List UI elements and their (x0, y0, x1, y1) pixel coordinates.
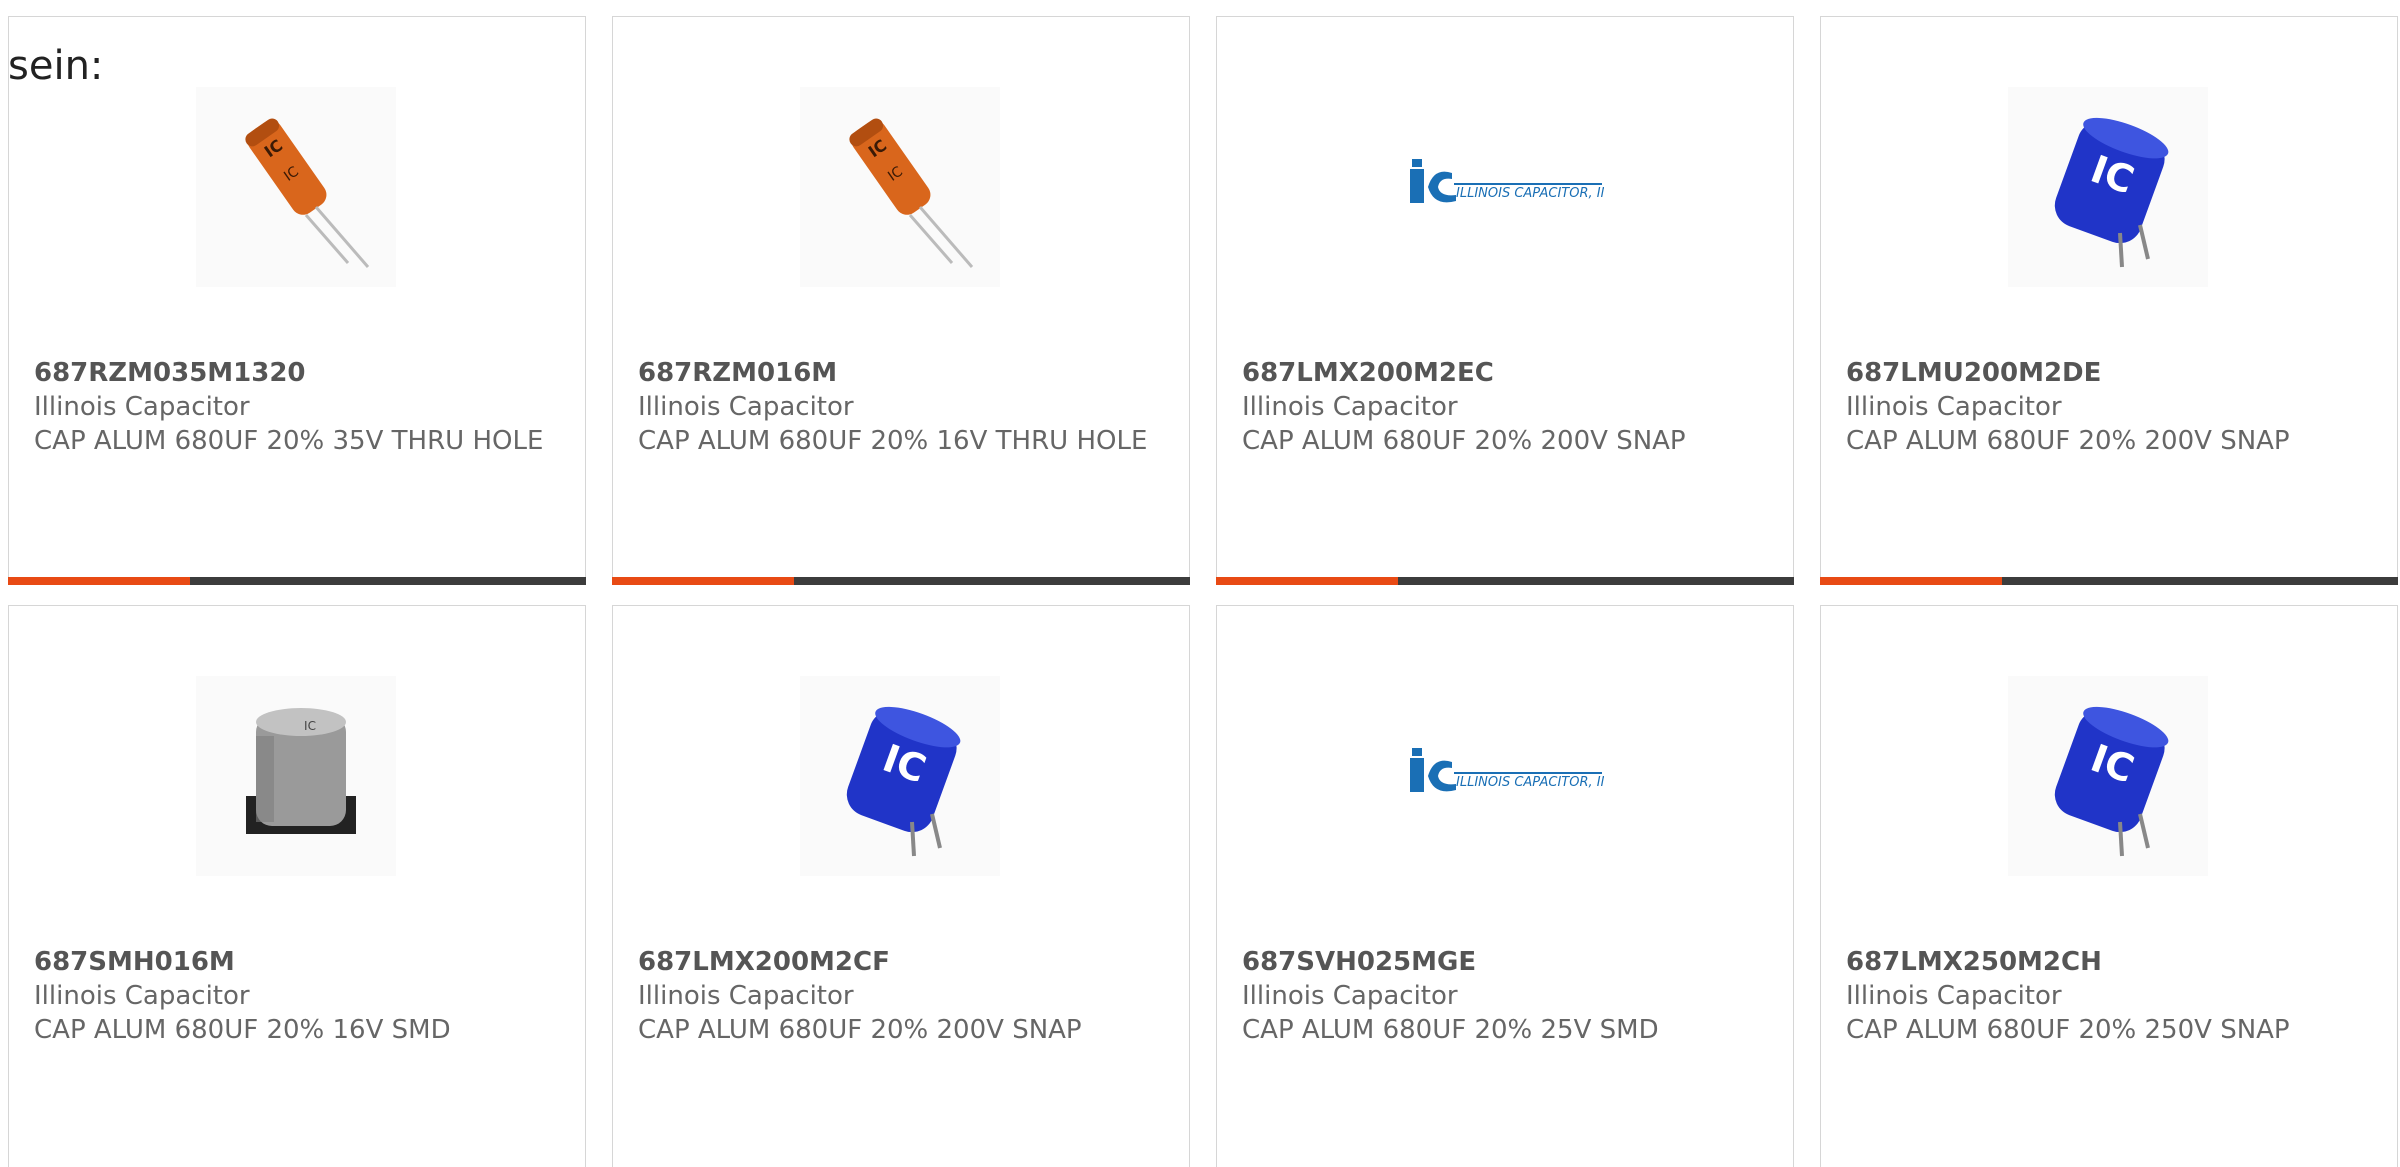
manufacturer: Illinois Capacitor (1242, 392, 1458, 422)
card-bar-accent (1216, 577, 1398, 585)
card-bar (8, 577, 586, 585)
product-info: 687SMH016M Illinois Capacitor CAP ALUM 6… (34, 945, 565, 1047)
svg-text:ILLINOIS CAPACITOR, INC.: ILLINOIS CAPACITOR, INC. (1456, 775, 1604, 790)
manufacturer: Illinois Capacitor (1846, 981, 2062, 1011)
card-bar-accent (612, 577, 794, 585)
description: CAP ALUM 680UF 20% 35V THRU HOLE (34, 426, 544, 456)
product-info: 687RZM035M1320 Illinois Capacitor CAP AL… (34, 356, 565, 458)
card-bar (612, 577, 1190, 585)
part-number[interactable]: 687SMH016M (34, 945, 565, 979)
product-info: 687LMU200M2DE Illinois Capacitor CAP ALU… (1846, 356, 2377, 458)
description: CAP ALUM 680UF 20% 200V SNAP (1242, 426, 1686, 456)
card-bar (1820, 577, 2398, 585)
snap-in-capacitor-blue-icon: IC (2054, 117, 2169, 268)
description: CAP ALUM 680UF 20% 250V SNAP (1846, 1015, 2290, 1045)
manufacturer: Illinois Capacitor (1846, 392, 2062, 422)
part-number[interactable]: 687RZM016M (638, 356, 1169, 390)
product-info: 687LMX200M2EC Illinois Capacitor CAP ALU… (1242, 356, 1773, 458)
product-info: 687SVH025MGE Illinois Capacitor CAP ALUM… (1242, 945, 1773, 1047)
description: CAP ALUM 680UF 20% 200V SNAP (1846, 426, 2290, 456)
product-info: 687LMX200M2CF Illinois Capacitor CAP ALU… (638, 945, 1169, 1047)
snap-in-capacitor-blue-icon: IC (846, 706, 961, 857)
part-number[interactable]: 687RZM035M1320 (34, 356, 565, 390)
product-image: IC (2008, 87, 2208, 287)
card-bar-accent (1820, 577, 2002, 585)
product-grid: IC IC 687RZM035M1320 Illinois Capacitor … (8, 16, 2400, 1167)
intro-text: sein: (8, 43, 104, 89)
product-info: 687RZM016M Illinois Capacitor CAP ALUM 6… (638, 356, 1169, 458)
product-card[interactable]: IC IC 687RZM035M1320 Illinois Capacitor … (8, 16, 586, 585)
product-results-page: sein: IC IC 687RZM035M1320 Illinois Capa… (0, 0, 2400, 1167)
description: CAP ALUM 680UF 20% 25V SMD (1242, 1015, 1659, 1045)
illinois-capacitor-logo-icon: ILLINOIS CAPACITOR, INC. (1410, 159, 1604, 203)
manufacturer: Illinois Capacitor (34, 981, 250, 1011)
description: CAP ALUM 680UF 20% 200V SNAP (638, 1015, 1082, 1045)
product-image: IC (800, 676, 1000, 876)
product-image: IC (2008, 676, 2208, 876)
card-bar (1216, 577, 1794, 585)
manufacturer: Illinois Capacitor (1242, 981, 1458, 1011)
smd-capacitor-silver-icon: IC (246, 708, 356, 834)
part-number[interactable]: 687SVH025MGE (1242, 945, 1773, 979)
description: CAP ALUM 680UF 20% 16V SMD (34, 1015, 451, 1045)
manufacturer: Illinois Capacitor (34, 392, 250, 422)
part-number[interactable]: 687LMX250M2CH (1846, 945, 2377, 979)
svg-text:ILLINOIS CAPACITOR, INC.: ILLINOIS CAPACITOR, INC. (1456, 186, 1604, 201)
part-number[interactable]: 687LMU200M2DE (1846, 356, 2377, 390)
manufacturer: Illinois Capacitor (638, 392, 854, 422)
product-image: ILLINOIS CAPACITOR, INC. (1404, 676, 1604, 876)
product-info: 687LMX250M2CH Illinois Capacitor CAP ALU… (1846, 945, 2377, 1047)
part-number[interactable]: 687LMX200M2CF (638, 945, 1169, 979)
product-card[interactable]: IC 687LMX200M2CF Illinois Capacitor CAP … (612, 605, 1190, 1167)
product-card[interactable]: ILLINOIS CAPACITOR, INC. 687LMX200M2EC I… (1216, 16, 1794, 585)
product-card[interactable]: IC 687LMU200M2DE Illinois Capacitor CAP … (1820, 16, 2398, 585)
product-image: ILLINOIS CAPACITOR, INC. (1404, 87, 1604, 287)
product-image: IC IC (196, 87, 396, 287)
product-card[interactable]: ILLINOIS CAPACITOR, INC. 687SVH025MGE Il… (1216, 605, 1794, 1167)
product-image: IC IC (800, 87, 1000, 287)
snap-in-capacitor-blue-icon: IC (2054, 706, 2169, 857)
manufacturer: Illinois Capacitor (638, 981, 854, 1011)
radial-capacitor-orange-icon: IC IC (849, 118, 974, 268)
illinois-capacitor-logo-icon: ILLINOIS CAPACITOR, INC. (1410, 748, 1604, 792)
product-image: IC (196, 676, 396, 876)
svg-text:IC: IC (304, 719, 316, 733)
product-card[interactable]: IC 687LMX250M2CH Illinois Capacitor CAP … (1820, 605, 2398, 1167)
product-card[interactable]: IC IC 687RZM016M Illinois Capacitor CAP … (612, 16, 1190, 585)
description: CAP ALUM 680UF 20% 16V THRU HOLE (638, 426, 1148, 456)
radial-capacitor-orange-icon: IC IC (245, 118, 370, 268)
card-bar-accent (8, 577, 190, 585)
product-card[interactable]: IC 687SMH016M Illinois Capacitor CAP ALU… (8, 605, 586, 1167)
part-number[interactable]: 687LMX200M2EC (1242, 356, 1773, 390)
